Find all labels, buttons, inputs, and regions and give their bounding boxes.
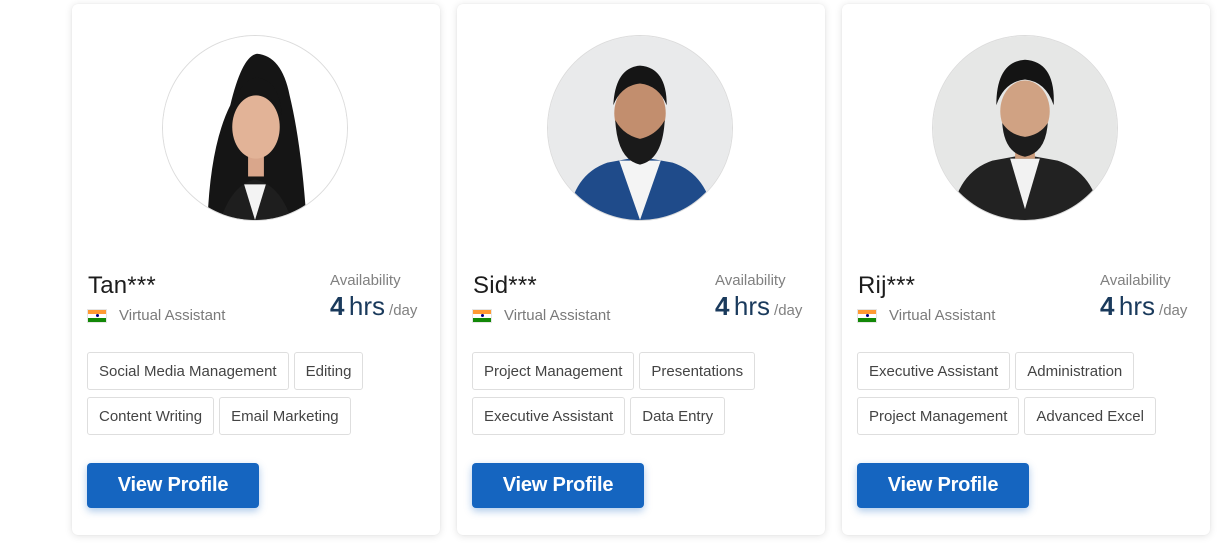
profile-photo-image [548,36,732,220]
profile-card: Tan*** Virtual Assistant Availability 4 … [72,4,440,535]
skill-chip: Executive Assistant [857,352,1011,390]
availability-unit: hrs [733,291,771,321]
profile-name: Sid*** [473,272,537,299]
profile-photo [162,35,348,221]
availability-hours: 4 [330,291,345,321]
availability-label: Availability [715,272,786,289]
skill-chip: Advanced Excel [1024,397,1156,435]
profile-photo-image [933,36,1117,220]
skill-chip: Editing [293,352,364,390]
skill-chip: Executive Assistant [472,397,626,435]
skill-chip: Project Management [472,352,635,390]
skill-chip: Email Marketing [219,397,351,435]
view-profile-button[interactable]: View Profile [857,463,1029,508]
skill-list: Project Management Presentations Executi… [472,352,812,435]
profile-photo [932,35,1118,221]
india-flag-icon [87,308,107,323]
profile-name: Tan*** [88,272,156,299]
role-label: Virtual Assistant [119,307,226,324]
availability-per: /day [774,302,803,319]
availability-per: /day [1159,302,1188,319]
india-flag-icon [857,308,877,323]
profile-card: Sid*** Virtual Assistant Availability 4 … [457,4,825,535]
role-label: Virtual Assistant [889,307,996,324]
role-label: Virtual Assistant [504,307,611,324]
availability-label: Availability [1100,272,1171,289]
role-row: Virtual Assistant [87,307,225,324]
role-row: Virtual Assistant [472,307,610,324]
skill-chip: Project Management [857,397,1020,435]
skill-chip: Social Media Management [87,352,289,390]
india-flag-icon [472,308,492,323]
profile-card: Rij*** Virtual Assistant Availability 4 … [842,4,1210,535]
profile-photo-image [163,36,347,220]
availability-hours: 4 [715,291,730,321]
skill-list: Social Media Management Editing Content … [87,352,427,435]
availability-unit: hrs [1118,291,1156,321]
view-profile-button[interactable]: View Profile [87,463,259,508]
availability-per: /day [389,302,418,319]
availability-hours: 4 [1100,291,1115,321]
skill-chip: Data Entry [630,397,726,435]
skill-chip: Presentations [639,352,756,390]
availability-value: 4 hrs/day [330,291,417,322]
availability-value: 4 hrs/day [715,291,802,322]
availability-label: Availability [330,272,401,289]
skill-list: Executive Assistant Administration Proje… [857,352,1197,435]
availability-unit: hrs [348,291,386,321]
availability-value: 4 hrs/day [1100,291,1187,322]
skill-chip: Content Writing [87,397,215,435]
skill-chip: Administration [1015,352,1135,390]
profile-photo [547,35,733,221]
role-row: Virtual Assistant [857,307,995,324]
view-profile-button[interactable]: View Profile [472,463,644,508]
profile-name: Rij*** [858,272,916,299]
